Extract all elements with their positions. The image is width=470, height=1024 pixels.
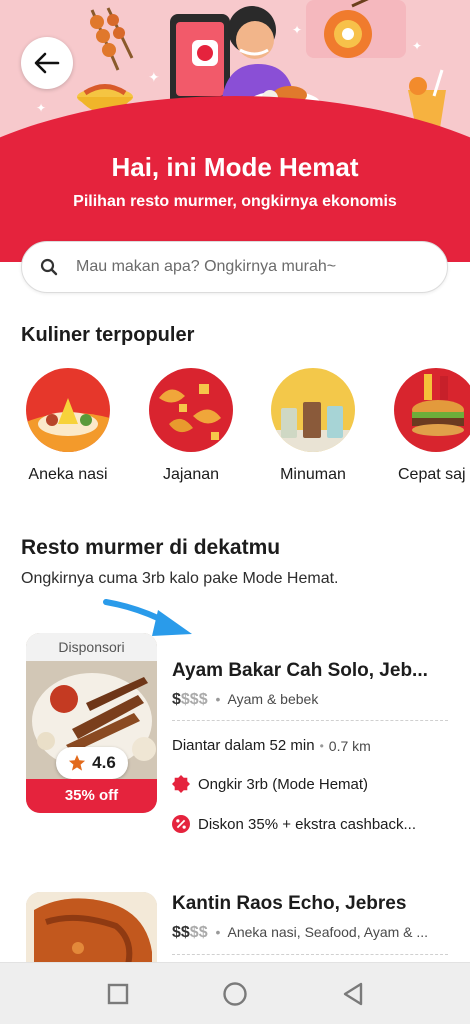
category-minuman[interactable]: Minuman (268, 368, 358, 484)
category-label: Aneka nasi (28, 466, 108, 483)
restaurant-name[interactable]: Kantin Raos Echo, Jebres (172, 893, 406, 915)
nearby-section-subtitle: Ongkirnya cuma 3rb kalo pake Mode Hemat. (21, 570, 339, 587)
recents-square-icon[interactable] (107, 983, 129, 1005)
star-icon (69, 754, 86, 771)
jajanan-image (149, 368, 233, 452)
category-cepat-saji[interactable]: Cepat saj (392, 368, 470, 484)
delivery-time: Diantar dalam 52 min (172, 737, 315, 754)
search-input[interactable]: Mau makan apa? Ongkirnya murah~ (76, 258, 336, 276)
svg-text:✦: ✦ (36, 101, 46, 115)
ramen-bowl-illustration (306, 0, 406, 58)
sponsored-label: Disponsori (26, 633, 157, 661)
home-circle-icon[interactable] (222, 981, 248, 1007)
promo-discount-text: Diskon 35% + ekstra cashback... (198, 815, 417, 833)
category-label: Minuman (280, 466, 346, 483)
category-label: Cepat saj (398, 466, 466, 483)
promo-delivery: Ongkir 3rb (Mode Hemat) (172, 775, 368, 793)
cepat-saji-image (394, 368, 470, 452)
price-level: $$$$ (172, 924, 208, 941)
rating-value: 4.6 (92, 753, 116, 772)
svg-text:✦: ✦ (412, 39, 422, 53)
distance: 0.7 km (328, 737, 371, 754)
search-bar[interactable]: Mau makan apa? Ongkirnya murah~ (21, 241, 448, 293)
restaurant-name[interactable]: Ayam Bakar Cah Solo, Jeb... (172, 660, 428, 682)
search-icon (40, 258, 58, 276)
category-jajanan[interactable]: Jajanan (146, 368, 236, 484)
category-aneka-nasi[interactable]: Aneka nasi (23, 368, 113, 484)
promo-delivery-text: Ongkir 3rb (Mode Hemat) (198, 775, 369, 793)
discount-badge: 35% off (26, 779, 157, 813)
arrow-left-icon (34, 52, 60, 74)
phone-illustration (170, 14, 230, 106)
svg-text:✦: ✦ (292, 23, 302, 37)
cuisine-label: Ayam & bebek (227, 691, 319, 707)
nearby-section-title: Resto murmer di dekatmu (21, 536, 281, 559)
cuisine-label: Aneka nasi, Seafood, Ayam & ... (227, 924, 429, 940)
restaurant-image[interactable]: Disponsori 4.6 35% off (26, 633, 157, 813)
category-label: Jajanan (162, 466, 220, 483)
delivery-promo-icon (172, 775, 190, 793)
rating-badge: 4.6 (56, 747, 128, 779)
satay-skewer-illustration (90, 7, 134, 71)
page-title: Hai, ini Mode Hemat (111, 152, 359, 182)
divider (172, 954, 448, 955)
restaurant-meta: $$$$ • Ayam & bebek (172, 691, 319, 708)
promo-discount: Diskon 35% + ekstra cashback... (172, 815, 416, 833)
aneka-nasi-image (26, 368, 110, 452)
popular-section-title: Kuliner terpopuler (21, 324, 195, 346)
person-illustration (222, 6, 294, 98)
restaurant-meta: $$$$ • Aneka nasi, Seafood, Ayam & ... (172, 924, 429, 941)
back-triangle-icon[interactable] (342, 982, 364, 1006)
price-level: $$$$ (172, 691, 208, 708)
minuman-image (271, 368, 355, 452)
divider (172, 720, 448, 721)
delivery-info: Diantar dalam 52 min • 0.7 km (172, 737, 371, 754)
back-button[interactable] (21, 37, 73, 89)
system-navigation-bar (0, 962, 470, 1024)
discount-percent-icon (172, 815, 190, 833)
page-subtitle: Pilihan resto murmer, ongkirnya ekonomis (73, 193, 397, 210)
hero-header: ✦ ✦ ✦ ✦ Hai, ini Mode Hemat Pilihan rest… (0, 0, 470, 262)
svg-text:✦: ✦ (148, 69, 160, 85)
